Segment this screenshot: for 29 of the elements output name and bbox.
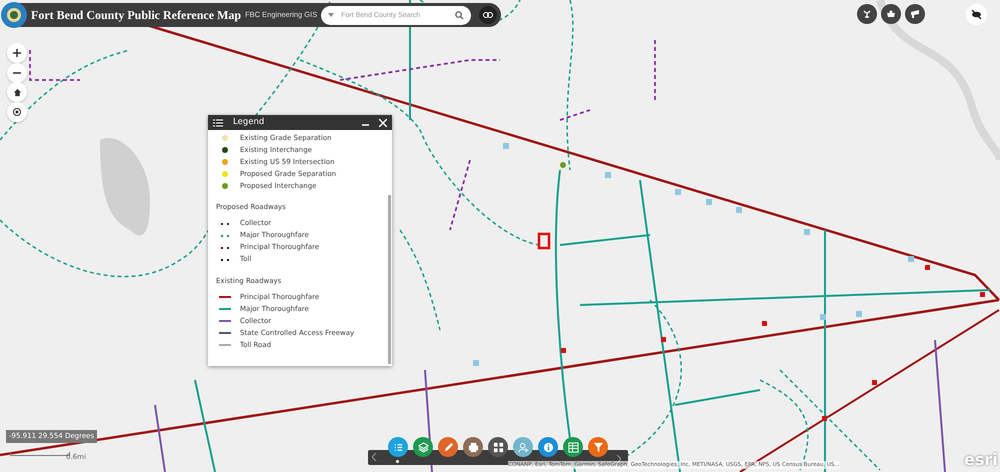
target-icon (12, 107, 22, 117)
list-icon (213, 118, 223, 126)
basket-icon (886, 9, 896, 19)
link-icon (483, 12, 494, 18)
close-button[interactable] (379, 118, 387, 126)
list-icon (392, 442, 404, 452)
chevron-left-icon (372, 452, 377, 461)
legend-title: Legend (233, 116, 264, 129)
printer-icon (468, 442, 478, 452)
plus-icon (12, 48, 22, 58)
grid-icon (492, 442, 504, 452)
table-icon (568, 442, 578, 452)
logo: esri (964, 449, 998, 471)
filter-icon (592, 442, 604, 452)
layers-icon (418, 442, 428, 452)
info-icon (542, 442, 554, 452)
camera-icon (910, 9, 920, 19)
pencil-icon (442, 442, 454, 452)
search-icon (455, 10, 464, 20)
previous-button[interactable] (370, 451, 379, 464)
scrollbar[interactable] (388, 195, 391, 364)
eye-slash-icon (971, 9, 982, 20)
person-search-icon (518, 442, 528, 452)
sparkle-icon (862, 9, 872, 19)
app-title: Fort Bend County Public Reference Map (31, 7, 242, 24)
close-icon (379, 118, 387, 126)
link-button[interactable] (479, 6, 498, 24)
home-icon (12, 88, 22, 96)
dropdown-caret-icon (328, 12, 334, 16)
